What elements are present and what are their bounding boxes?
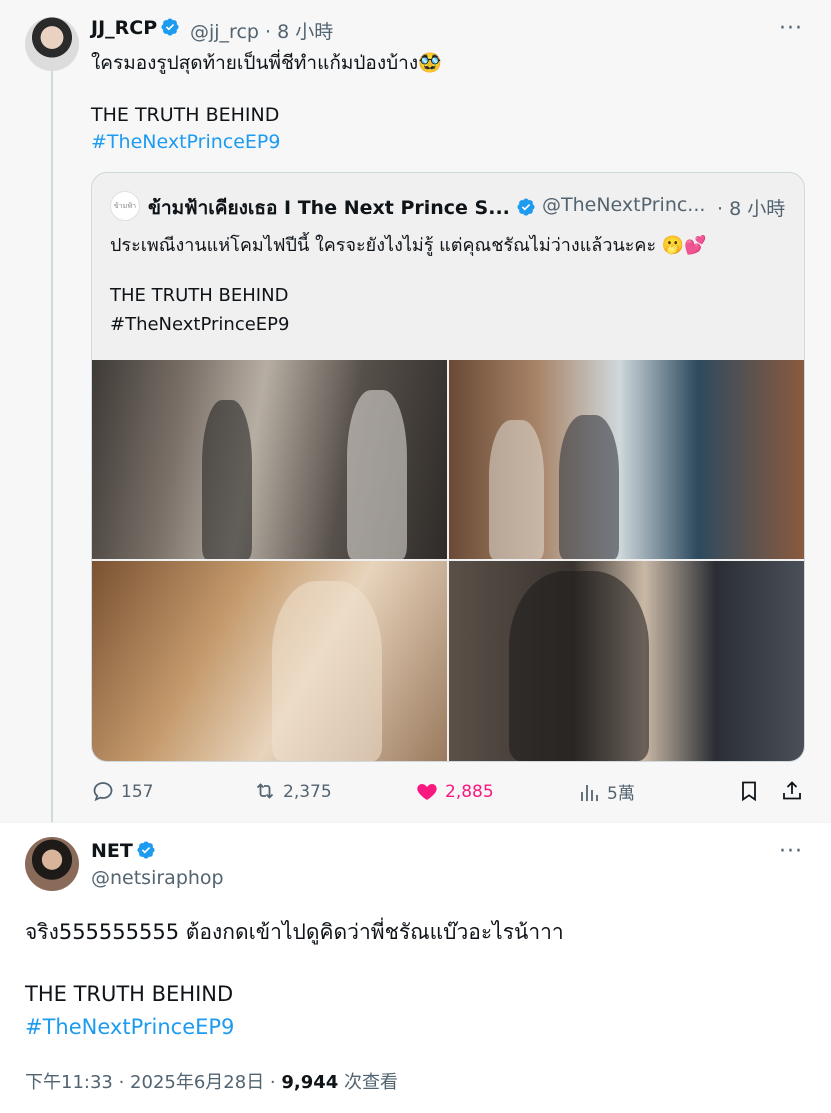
like-count: 2,885 <box>445 782 494 802</box>
quoted-hashtag[interactable]: #TheNextPrinceEP9 <box>110 314 290 335</box>
author-display-name[interactable]: JJ_RCP <box>91 17 180 39</box>
author-name-text[interactable]: JJ_RCP <box>91 17 157 39</box>
quoted-emojis: 🫢💕 <box>661 235 707 256</box>
photo-4[interactable] <box>449 561 804 761</box>
retweet-count: 2,375 <box>283 782 332 802</box>
reply-count: 157 <box>121 782 154 802</box>
quoted-tweet-card[interactable]: ข้ามฟ้า ข้ามฟ้าเคียงเธอ I The Next Princ… <box>91 172 805 762</box>
quoted-text-line1: ประเพณีงานแห่โคมไฟปีนี้ ใครจะยังไงไม่รู้… <box>110 230 707 259</box>
tweet-text-line2: THE TRUTH BEHIND <box>25 982 234 1006</box>
quoted-text-line2: THE TRUTH BEHIND <box>110 285 289 306</box>
photo-grid <box>92 360 804 761</box>
tweet-timestamp[interactable]: 下午11:33 · 2025年6月28日 · <box>25 1072 281 1093</box>
views-chart-icon <box>581 785 598 801</box>
hashtag-link[interactable]: #TheNextPrinceEP9 <box>91 131 280 153</box>
quoted-text: ประเพณีงานแห่โคมไฟปีนี้ ใครจะยังไงไม่รู้… <box>110 235 657 256</box>
photo-1[interactable] <box>92 360 447 559</box>
photo-3[interactable] <box>92 561 447 761</box>
author-display-name[interactable]: NET <box>91 840 156 862</box>
more-options-icon[interactable]: ··· <box>779 839 803 864</box>
tweet-text-line1: จริง555555555 ต้องกดเข้าไปดูคิดว่าพี่ชรั… <box>25 920 564 944</box>
bookmark-button[interactable] <box>737 779 767 803</box>
bookmark-icon <box>742 781 756 802</box>
views-label: 次查看 <box>338 1072 399 1093</box>
verified-badge-icon <box>137 841 155 859</box>
reply-icon <box>93 782 113 802</box>
photo-2[interactable] <box>449 360 804 559</box>
disguise-emoji: 🥸 <box>418 52 442 74</box>
avatar[interactable] <box>25 17 79 71</box>
quoted-avatar-logo[interactable]: ข้ามฟ้า <box>110 191 140 221</box>
like-button[interactable]: 2,885 <box>415 779 494 803</box>
quoted-time[interactable]: · 8 小時 <box>717 194 785 221</box>
avatar[interactable] <box>25 837 79 891</box>
views-button[interactable]: 5萬 <box>577 779 635 805</box>
quoted-display-name[interactable]: ข้ามฟ้าเคียงเธอ I The Next Prince S... <box>148 193 510 223</box>
tweet-time[interactable]: · 8 小時 <box>265 21 333 43</box>
views-count: 5萬 <box>607 784 635 804</box>
tweet-meta: @jj_rcp · 8 小時 <box>190 17 333 44</box>
tweet-text-line1: ใครมองรูปสุดท้ายเป็นพี่ชีทำแก้มป่องบ้าง🥸 <box>91 48 442 78</box>
author-name-text[interactable]: NET <box>91 840 133 862</box>
share-icon <box>783 781 801 800</box>
hashtag-link[interactable]: #TheNextPrinceEP9 <box>25 1015 234 1039</box>
retweet-icon <box>256 783 274 799</box>
share-button[interactable] <box>780 779 810 803</box>
thread-connector-line <box>51 70 53 822</box>
reply-button[interactable]: 157 <box>91 779 153 803</box>
verified-badge-icon <box>161 18 179 36</box>
tweet-text-line2: THE TRUTH BEHIND <box>91 104 280 126</box>
author-handle[interactable]: @jj_rcp <box>190 21 259 43</box>
view-count: 9,944 <box>281 1072 339 1093</box>
verified-badge-icon <box>517 198 535 216</box>
author-handle[interactable]: @netsiraphop <box>91 867 224 889</box>
retweet-button[interactable]: 2,375 <box>253 779 332 803</box>
tweet-timestamp-row: 下午11:33 · 2025年6月28日 · 9,944 次查看 <box>25 1068 398 1094</box>
more-options-icon[interactable]: ··· <box>779 16 803 41</box>
divider <box>0 822 831 823</box>
heart-filled-icon <box>417 784 437 800</box>
quoted-handle[interactable]: @TheNextPrinc... <box>542 194 705 216</box>
tweet-text: ใครมองรูปสุดท้ายเป็นพี่ชีทำแก้มป่องบ้าง <box>91 52 419 74</box>
